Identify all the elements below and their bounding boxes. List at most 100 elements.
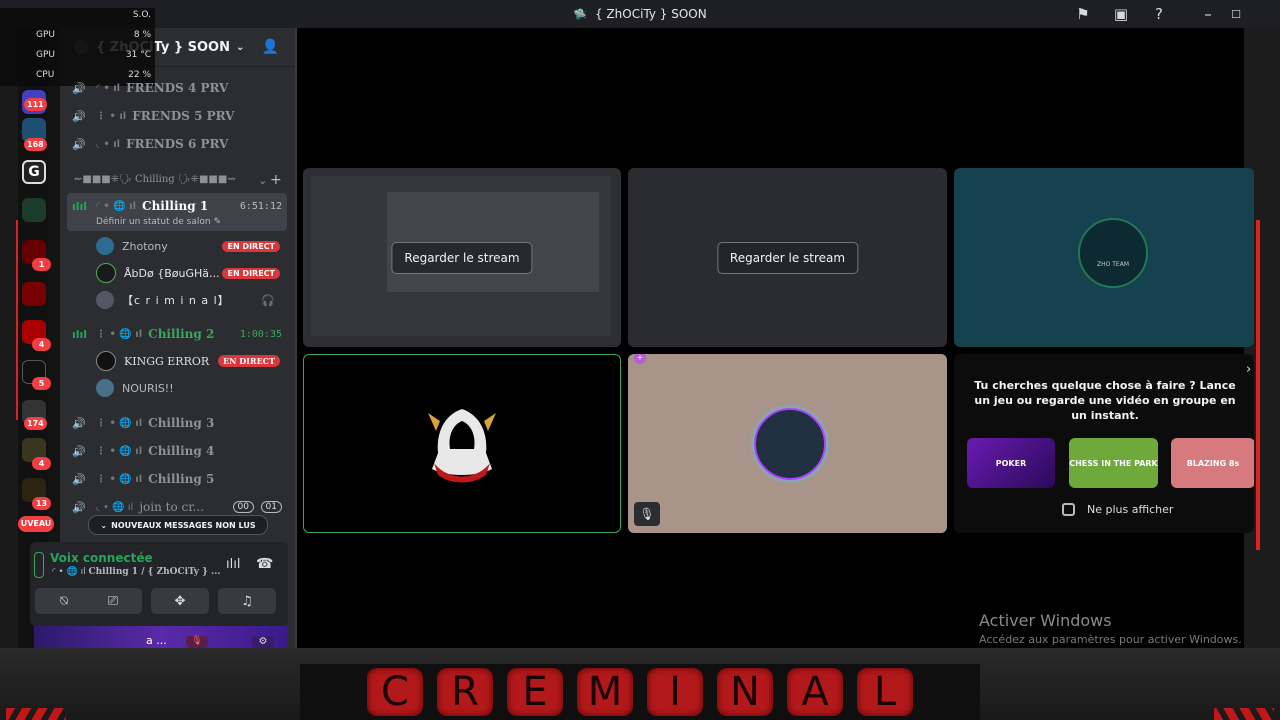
- voice-channel-active[interactable]: ılıl ◜ • 🌐 ıl Chilling 1 6:51:12: [72, 194, 288, 218]
- add-channel-icon[interactable]: +: [270, 172, 282, 188]
- channel-prefix: ⋮ • 🌐 ıl: [96, 473, 143, 485]
- channel-timer: 6:51:12: [239, 200, 282, 212]
- speaker-icon: 🔊: [72, 444, 86, 458]
- avatar: ZHO TEAM: [1078, 218, 1148, 288]
- game-card-poker[interactable]: POKER: [967, 438, 1055, 488]
- disconnect-icon[interactable]: ☎: [256, 556, 273, 572]
- right-red-accent: [1256, 220, 1260, 550]
- user-tile-speaking[interactable]: [303, 354, 621, 533]
- inbox-icon[interactable]: ▣: [1111, 4, 1131, 24]
- voice-status[interactable]: Voix connectée: [50, 551, 153, 565]
- channel-name: Chilling 5: [148, 472, 215, 486]
- user-limit: 01: [260, 501, 282, 513]
- hw-value: S.O.: [132, 10, 151, 20]
- voice-user[interactable]: NOURIS!!: [96, 376, 286, 400]
- live-badge: EN DIRECT: [222, 240, 280, 252]
- brand-letter: I: [647, 668, 703, 716]
- signal-icon[interactable]: [34, 552, 44, 578]
- activities-button[interactable]: ✥: [151, 588, 209, 614]
- voice-channel[interactable]: 🔊 ◟ • ıl FRENDS 6 PRV: [72, 132, 288, 156]
- speaker-icon: 🔊: [72, 416, 86, 430]
- channel-name: Chilling 3: [148, 416, 215, 430]
- mention-badge: 1: [32, 258, 51, 271]
- channel-name: join to cr...: [139, 500, 205, 514]
- voice-channel[interactable]: 🔊 ⋮ • 🌐 ıl Chilling 3: [72, 411, 288, 435]
- ufo-icon: 🛸: [573, 7, 587, 21]
- mute-icon[interactable]: 🎙: [186, 636, 208, 648]
- channel-prefix: ◟ • ıl: [96, 138, 121, 150]
- server-icon[interactable]: [22, 198, 46, 222]
- watch-stream-button[interactable]: Regarder le stream: [716, 241, 859, 274]
- voice-channel[interactable]: 🔊 ⋮ • 🌐 ıl Chilling 5: [72, 467, 288, 491]
- dont-show-checkbox[interactable]: [1062, 503, 1075, 516]
- channel-status[interactable]: Définir un statut de salon ✎: [96, 217, 221, 227]
- deafened-icon: 🎧: [261, 293, 276, 307]
- new-badge: UVEAU: [18, 516, 54, 532]
- game-title: BLAZING 8s: [1186, 458, 1240, 468]
- user-name: NOURIS!!: [122, 381, 174, 395]
- share-screen-button[interactable]: ⎚: [84, 588, 142, 614]
- chevron-right-icon[interactable]: ›: [1246, 362, 1251, 377]
- voice-user[interactable]: ÅbDø {BøuGHä... EN DIRECT: [96, 261, 286, 285]
- maximize-icon[interactable]: ☐: [1226, 4, 1246, 24]
- server-icon[interactable]: [22, 282, 46, 306]
- help-icon[interactable]: ?: [1149, 4, 1169, 24]
- voice-channel-name: Chilling 1 / { ZhOCiTy } ...: [88, 567, 221, 577]
- channel-prefix: ◟ • 🌐 ıl: [96, 501, 134, 513]
- user-name: ÅbDø {BøuGHä...: [124, 266, 220, 280]
- mention-badge: 111: [24, 98, 47, 111]
- user-count: 00: [232, 501, 254, 513]
- server-icon[interactable]: G: [22, 160, 46, 184]
- avatar: [96, 237, 114, 255]
- stream-tile[interactable]: Regarder le stream: [628, 168, 947, 347]
- unread-messages-button[interactable]: ⌄ NOUVEAUX MESSAGES NON LUS: [88, 515, 268, 535]
- voice-channel-path[interactable]: ◜ • 🌐 ıl Chilling 1 / { ZhOCiTy } ...: [52, 567, 220, 577]
- mention-badge: 13: [32, 497, 51, 510]
- brand-letter: R: [437, 668, 493, 716]
- user-tile[interactable]: + 🎙: [628, 354, 947, 533]
- speaker-icon: 🔊: [72, 81, 86, 95]
- add-member-icon[interactable]: 👤: [262, 39, 279, 55]
- activity-icon: +: [634, 354, 646, 364]
- audio-wave-icon: ılıl: [72, 327, 88, 341]
- voice-channel[interactable]: 🔊 ⋮ • ıl FRENDS 5 PRV: [72, 104, 288, 128]
- user-name: Zhotony: [122, 239, 168, 253]
- brand-letter: N: [717, 668, 773, 716]
- channel-name: FRENDS 6 PRV: [126, 137, 229, 151]
- user-tile[interactable]: ZHO TEAM: [954, 168, 1254, 347]
- hw-key: GPU: [36, 30, 55, 40]
- user-name: KINGG ERROR: [124, 354, 210, 368]
- game-title: POKER: [995, 458, 1027, 468]
- noise-suppression-icon[interactable]: ılıl: [226, 557, 240, 572]
- camera-off-icon: ⍉: [60, 593, 68, 609]
- soundboard-button[interactable]: ♫: [218, 588, 276, 614]
- voice-user[interactable]: KINGG ERROR EN DIRECT: [96, 349, 286, 373]
- activate-windows-title: Activer Windows: [979, 611, 1112, 630]
- voice-channel[interactable]: 🔊 ◜ • ıl FRENDS 4 PRV: [72, 76, 288, 100]
- voice-channel[interactable]: ılıl ⋮ • 🌐 ıl Chilling 2 1:00:35: [72, 322, 288, 346]
- settings-icon[interactable]: ⚙: [252, 636, 274, 648]
- soundboard-icon: ♫: [241, 593, 253, 609]
- mention-badge: 4: [32, 457, 51, 470]
- stream-tile[interactable]: Regarder le stream: [303, 168, 621, 347]
- minimize-icon[interactable]: –: [1198, 4, 1218, 24]
- watch-stream-button[interactable]: Regarder le stream: [391, 241, 533, 274]
- voice-user[interactable]: Zhotony EN DIRECT: [96, 234, 286, 258]
- flag-icon[interactable]: ⚑: [1073, 4, 1093, 24]
- voice-user[interactable]: 【c r i m i n a l】 🎧: [96, 288, 286, 312]
- live-badge: EN DIRECT: [222, 267, 280, 279]
- channel-prefix: ◜ • 🌐 ıl: [52, 567, 89, 577]
- game-card-chess[interactable]: CHESS IN THE PARK: [1069, 438, 1158, 488]
- category-name: ⇜■■■⁜🗣 Chilling 🗣⁜■■■⇝: [74, 174, 236, 185]
- voice-channel[interactable]: 🔊 ⋮ • 🌐 ıl Chilling 4: [72, 439, 288, 463]
- profile-name[interactable]: a ...: [146, 634, 167, 647]
- speaker-icon: 🔊: [72, 137, 86, 151]
- channel-prefix: ⋮ • 🌐 ıl: [96, 445, 143, 457]
- category-header[interactable]: ⇜■■■⁜🗣 Chilling 🗣⁜■■■⇝: [74, 174, 284, 190]
- avatar: [96, 291, 114, 309]
- avatar-text: ZHO TEAM: [1097, 261, 1129, 268]
- game-card-blazing[interactable]: BLAZING 8s: [1171, 438, 1254, 488]
- pencil-icon: ✎: [213, 217, 221, 227]
- mention-badge: 5: [32, 377, 51, 390]
- chevron-down-icon[interactable]: ⌄: [258, 174, 267, 187]
